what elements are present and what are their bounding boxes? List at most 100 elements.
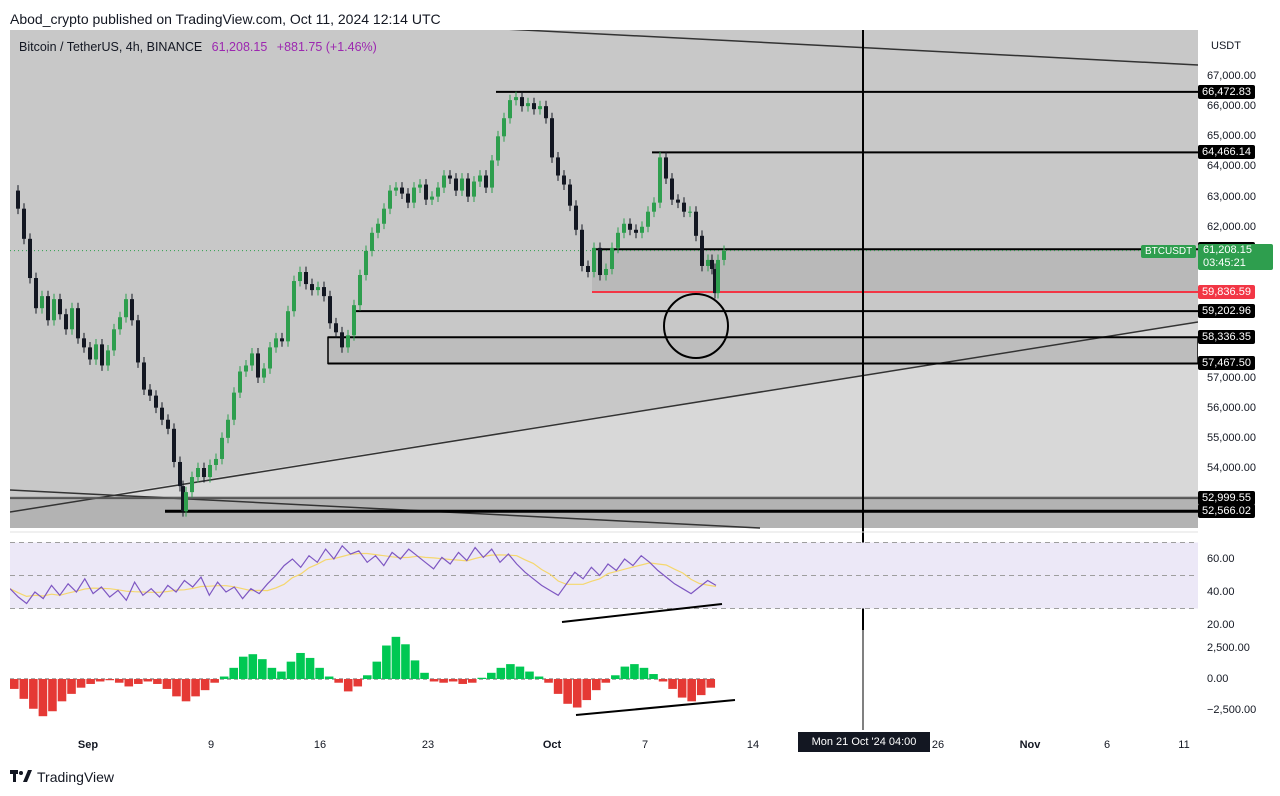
level-label: 52,999.55: [1198, 491, 1255, 506]
candle-body: [70, 308, 74, 330]
candle-body: [190, 477, 194, 493]
price-tick: 65,000.00: [1207, 130, 1256, 143]
tradingview-logo[interactable]: TradingView: [10, 769, 114, 785]
candle-body: [664, 157, 668, 179]
candle-body: [82, 338, 86, 348]
macd-bar: [363, 675, 372, 679]
chart-frame[interactable]: [10, 30, 1198, 758]
macd-bar: [10, 679, 19, 689]
price-tick: 54,000.00: [1207, 462, 1256, 474]
candle-body: [424, 184, 428, 200]
macd-tick: 2,500.00: [1207, 642, 1250, 654]
candle-body: [436, 187, 440, 197]
candle-body: [616, 232, 620, 248]
candle-body: [364, 250, 368, 276]
macd-bar: [334, 679, 343, 683]
candle-body: [502, 118, 506, 137]
macd-bar: [315, 667, 324, 679]
rsi-tick: 60.00: [1207, 553, 1235, 565]
macd-bar: [429, 679, 439, 682]
candle-body: [154, 395, 158, 408]
time-tick: 26: [931, 739, 945, 751]
time-tick: 6: [1103, 739, 1111, 751]
candle-body: [346, 335, 350, 348]
price-tick: 56,000.00: [1207, 401, 1256, 414]
time-tick: Sep: [77, 739, 99, 751]
level-label: 59,202.96: [1198, 304, 1255, 319]
candle-body: [178, 461, 182, 487]
macd-bar: [267, 667, 277, 679]
time-tick: 14: [746, 739, 760, 751]
macd-bar: [630, 664, 639, 679]
macd-bar: [639, 667, 649, 679]
candle-body: [376, 223, 380, 233]
macd-tick: −2,500.00: [1207, 704, 1257, 716]
candle-body: [382, 208, 386, 224]
candle-body: [448, 175, 452, 179]
candle-body: [160, 407, 164, 420]
candle-body: [340, 332, 344, 348]
macd-bar: [649, 674, 658, 679]
currency-unit[interactable]: USDT: [1211, 40, 1241, 52]
candle-body: [574, 205, 578, 230]
candle-body: [676, 199, 680, 203]
macd-bar: [553, 679, 563, 694]
macd-bar: [372, 661, 382, 679]
candle-body: [262, 368, 266, 378]
candle-body: [592, 247, 596, 272]
candle-body: [88, 347, 92, 360]
candle-body: [406, 193, 410, 203]
macd-bar: [487, 672, 496, 679]
candle-body: [472, 181, 476, 197]
candle-body: [220, 437, 224, 459]
candle-body: [118, 317, 122, 330]
macd-bar: [248, 654, 258, 679]
macd-bar: [324, 676, 334, 679]
candle-body: [484, 175, 488, 188]
macd-bar: [76, 679, 86, 688]
candle-body: [538, 106, 542, 110]
time-tick: Nov: [1019, 739, 1041, 751]
macd-bar: [658, 679, 668, 682]
macd-bar: [277, 671, 286, 679]
candle-body: [710, 259, 714, 269]
macd-bar: [95, 679, 105, 682]
chart-svg: [10, 30, 1198, 730]
macd-bar: [591, 679, 601, 691]
macd-bar: [67, 679, 76, 694]
macd-bar: [477, 677, 487, 679]
time-tick: 9: [207, 739, 215, 751]
candle-body: [58, 299, 62, 315]
macd-bar: [534, 676, 544, 679]
candle-body: [214, 458, 218, 465]
time-tick: Oct: [542, 739, 562, 751]
macd-bar: [515, 666, 525, 679]
candle-body: [124, 299, 128, 318]
candle-body: [700, 235, 704, 266]
candle-body: [622, 223, 626, 233]
candle-body: [490, 160, 494, 188]
candle-body: [106, 350, 110, 366]
candle-body: [634, 229, 638, 233]
candle-body: [352, 305, 356, 336]
candle-body: [184, 492, 188, 512]
level-label: 66,472.83: [1198, 84, 1255, 99]
candle-body: [208, 464, 212, 478]
logo-text: TradingView: [37, 769, 115, 785]
price-tick: 64,000.00: [1207, 160, 1256, 173]
candle-body: [250, 353, 254, 366]
macd-bar: [696, 679, 706, 696]
candle-body: [460, 178, 464, 191]
time-tick: 11: [1178, 739, 1190, 751]
price-tick: 57,000.00: [1207, 371, 1256, 384]
legend-symbol: Bitcoin / TetherUS, 4h, BINANCE: [19, 40, 203, 54]
macd-bar: [382, 645, 391, 679]
macd-bar: [286, 661, 296, 679]
macd-bar: [448, 679, 458, 682]
candle-body: [196, 468, 200, 478]
candle-body: [100, 344, 104, 366]
macd-bar: [191, 679, 200, 697]
symbol-legend[interactable]: Bitcoin / TetherUS, 4h, BINANCE 61,208.1…: [19, 40, 377, 54]
macd-bar: [544, 679, 553, 683]
rsi-tick: 40.00: [1207, 586, 1235, 598]
